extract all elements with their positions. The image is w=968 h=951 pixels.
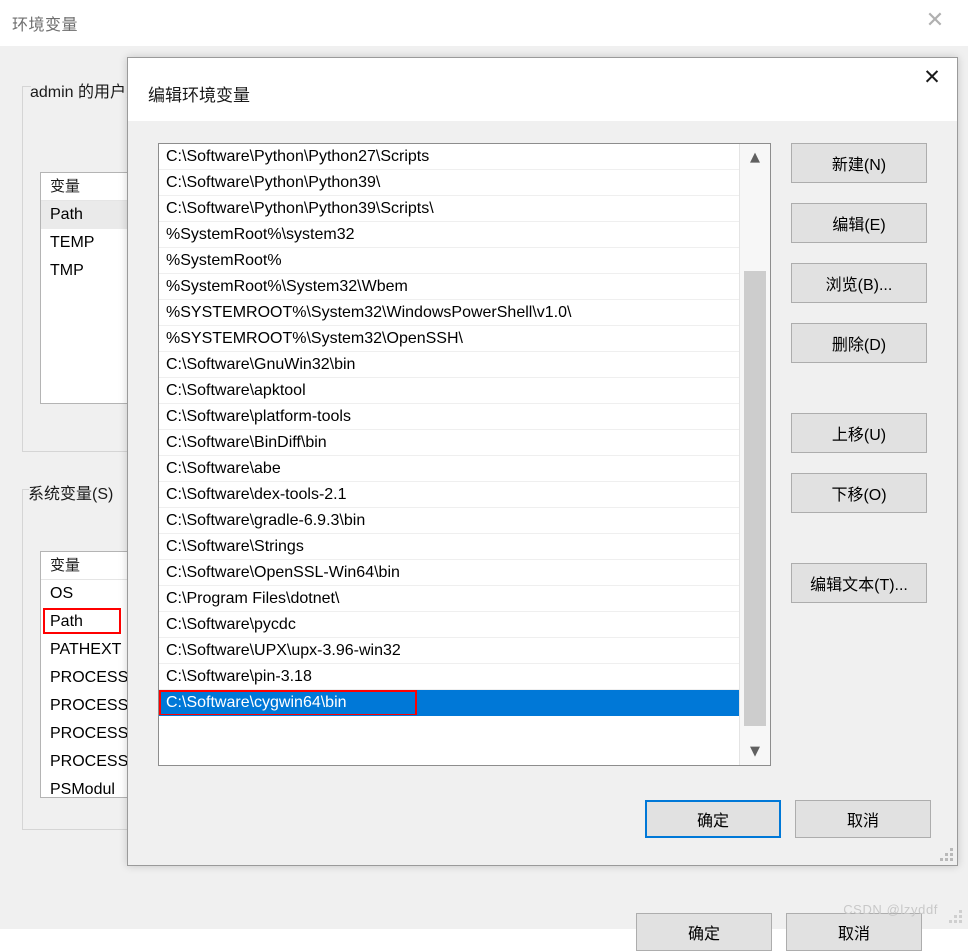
path-entry-row[interactable]: C:\Software\BinDiff\bin: [159, 430, 739, 456]
outer-ok-button[interactable]: 确定: [636, 913, 772, 951]
path-entry-row[interactable]: C:\Software\dex-tools-2.1: [159, 482, 739, 508]
edit-dialog-ok-button[interactable]: 确定: [645, 800, 781, 838]
move-up-button[interactable]: 上移(U): [791, 413, 927, 453]
path-entry-row[interactable]: C:\Software\OpenSSL-Win64\bin: [159, 560, 739, 586]
outer-titlebar: 环境变量 ✕: [0, 0, 968, 46]
outer-window-title: 环境变量: [12, 17, 79, 34]
path-entry-selected-label: C:\Software\cygwin64\bin: [166, 694, 347, 711]
path-entry-row[interactable]: C:\Software\Strings: [159, 534, 739, 560]
path-entry-row[interactable]: C:\Software\GnuWin32\bin: [159, 352, 739, 378]
chevron-down-icon[interactable]: ▼: [740, 738, 770, 765]
delete-button[interactable]: 删除(D): [791, 323, 927, 363]
path-entry-row[interactable]: C:\Software\pycdc: [159, 612, 739, 638]
path-entry-row[interactable]: %SystemRoot%\System32\Wbem: [159, 274, 739, 300]
edit-text-button[interactable]: 编辑文本(T)...: [791, 563, 927, 603]
new-button[interactable]: 新建(N): [791, 143, 927, 183]
path-entry-row[interactable]: C:\Software\pin-3.18: [159, 664, 739, 690]
move-down-button[interactable]: 下移(O): [791, 473, 927, 513]
path-entry-row-selected[interactable]: C:\Software\cygwin64\bin: [159, 690, 770, 716]
scrollbar-thumb[interactable]: [744, 271, 766, 726]
path-entry-row[interactable]: C:\Software\abe: [159, 456, 739, 482]
edit-environment-variable-dialog: 编辑环境变量 ✕ C:\Software\Python\Python27\Scr…: [127, 57, 958, 866]
path-entries-listbox[interactable]: C:\Software\Python\Python27\Scripts C:\S…: [158, 143, 771, 766]
path-entry-row[interactable]: C:\Software\platform-tools: [159, 404, 739, 430]
path-entry-row[interactable]: C:\Software\Python\Python27\Scripts: [159, 144, 739, 170]
path-list-scrollbar[interactable]: ▲ ▼: [739, 144, 770, 765]
path-entry-row[interactable]: C:\Software\Python\Python39\: [159, 170, 739, 196]
close-icon[interactable]: ✕: [912, 4, 958, 38]
path-entry-row[interactable]: %SystemRoot%\system32: [159, 222, 739, 248]
edit-button[interactable]: 编辑(E): [791, 203, 927, 243]
path-entry-row[interactable]: C:\Software\gradle-6.9.3\bin: [159, 508, 739, 534]
browse-button[interactable]: 浏览(B)...: [791, 263, 927, 303]
path-entry-row[interactable]: %SystemRoot%: [159, 248, 739, 274]
path-entry-row[interactable]: %SYSTEMROOT%\System32\OpenSSH\: [159, 326, 739, 352]
edit-dialog-cancel-button[interactable]: 取消: [795, 800, 931, 838]
path-entry-row[interactable]: C:\Program Files\dotnet\: [159, 586, 739, 612]
path-entry-row[interactable]: C:\Software\apktool: [159, 378, 739, 404]
path-entry-row[interactable]: C:\Software\UPX\upx-3.96-win32: [159, 638, 739, 664]
edit-dialog-title: 编辑环境变量: [148, 86, 250, 105]
outer-cancel-button[interactable]: 取消: [786, 913, 922, 951]
close-icon[interactable]: ✕: [909, 60, 955, 94]
path-entry-row[interactable]: %SYSTEMROOT%\System32\WindowsPowerShell\…: [159, 300, 739, 326]
resize-grip-icon[interactable]: [948, 909, 962, 923]
path-entry-row[interactable]: C:\Software\Python\Python39\Scripts\: [159, 196, 739, 222]
chevron-up-icon[interactable]: ▲: [740, 144, 770, 171]
watermark: CSDN @lzyddf: [843, 902, 938, 917]
system-variables-group-label: 系统变量(S): [28, 486, 114, 503]
edit-dialog-titlebar: 编辑环境变量 ✕: [128, 58, 957, 122]
resize-grip-icon[interactable]: [939, 847, 953, 861]
path-entries-list: C:\Software\Python\Python27\Scripts C:\S…: [159, 144, 770, 765]
